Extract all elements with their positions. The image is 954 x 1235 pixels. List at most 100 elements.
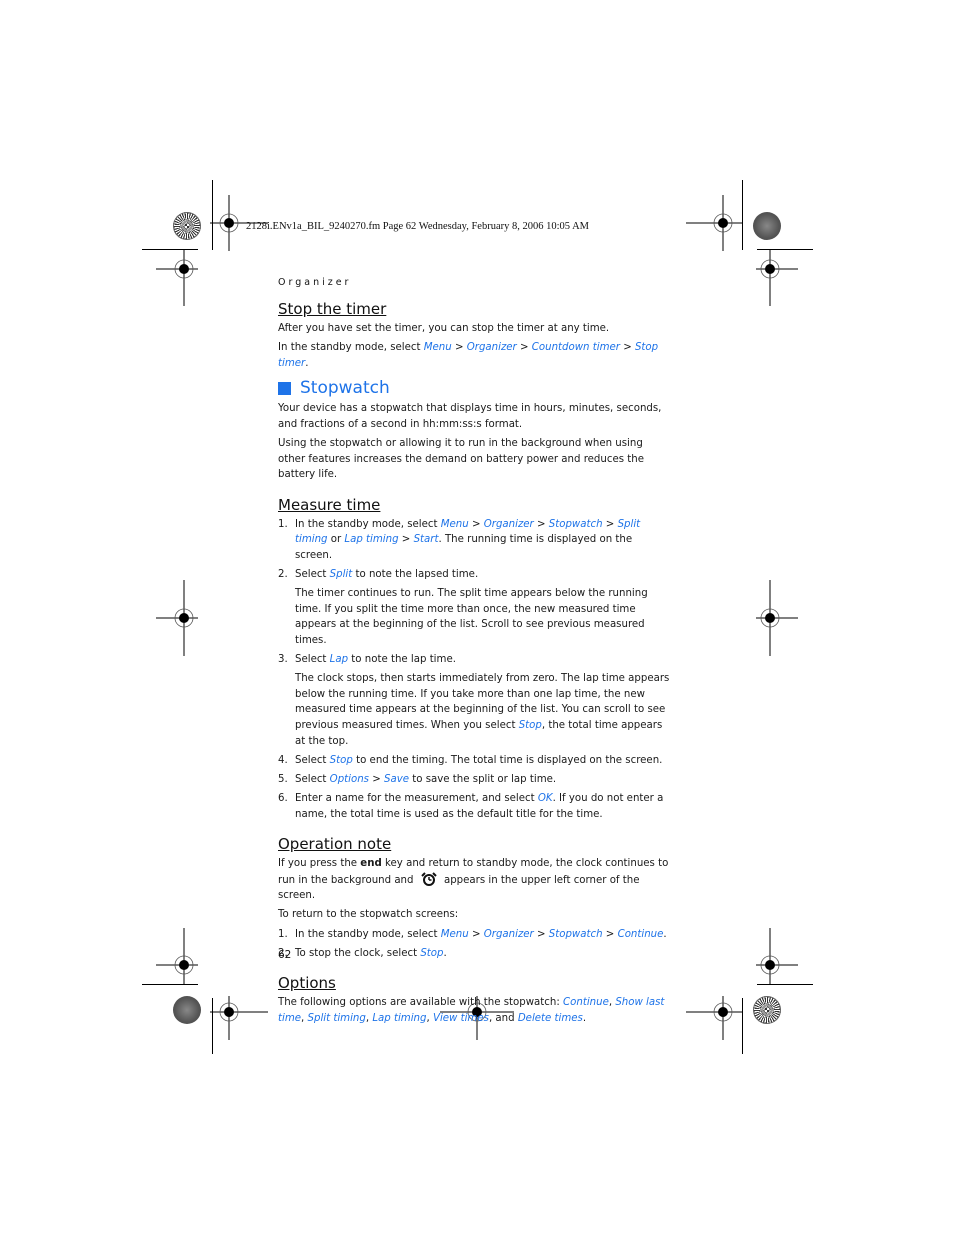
- view-times-link[interactable]: View times: [433, 1013, 489, 1024]
- paragraph: If you press the end key and return to s…: [278, 856, 670, 904]
- continue-link[interactable]: Continue: [618, 929, 664, 940]
- step-number: 1.: [278, 518, 288, 530]
- text: In the standby mode, select: [278, 342, 424, 354]
- menu-link[interactable]: Menu: [424, 342, 452, 353]
- list-item: 1. In the standby mode, select Menu > Org…: [278, 927, 670, 943]
- text: Enter a name for the measurement, and se…: [295, 793, 538, 805]
- paragraph: Using the stopwatch or allowing it to ru…: [278, 438, 644, 481]
- separator: >: [398, 534, 414, 546]
- stop-link[interactable]: Stop: [330, 755, 353, 766]
- paragraph: To return to the stopwatch screens:: [278, 909, 459, 921]
- split-link[interactable]: Split: [330, 569, 353, 580]
- crop-line: [757, 984, 813, 985]
- heading-stop-the-timer: Stop the timer: [278, 300, 387, 318]
- text: Select: [295, 774, 330, 785]
- text: .: [582, 1012, 587, 1024]
- registration-mark-icon: [156, 250, 198, 306]
- heading-stopwatch: Stopwatch: [278, 377, 670, 399]
- organizer-link[interactable]: Organizer: [484, 929, 534, 940]
- text: Select: [295, 654, 330, 666]
- text: Select: [295, 754, 330, 766]
- separator: >: [619, 342, 635, 354]
- text: to save the split or lap time.: [409, 774, 557, 785]
- stop-link[interactable]: Stop: [420, 948, 443, 959]
- separator: >: [533, 518, 549, 530]
- registration-mark-icon: [756, 250, 798, 306]
- paragraph: Your device has a stopwatch that display…: [278, 403, 662, 430]
- separator: >: [516, 342, 532, 354]
- list-item: 5. Select Options > Save to save the spli…: [278, 772, 670, 788]
- step-number: 2.: [278, 568, 288, 580]
- text: .: [305, 357, 309, 369]
- text: To stop the clock, select: [295, 947, 421, 959]
- section-kicker: Organizer: [278, 277, 352, 288]
- list-item: 2. To stop the clock, select Stop.: [278, 946, 670, 962]
- separator: >: [368, 774, 384, 785]
- text: In the standby mode, select: [295, 928, 441, 940]
- ok-link[interactable]: OK: [538, 793, 553, 804]
- section-square-icon: [278, 381, 291, 395]
- registration-mark-icon: [756, 928, 798, 984]
- registration-mark-icon: [686, 996, 742, 1040]
- stopwatch-link[interactable]: Stopwatch: [549, 519, 603, 530]
- stop-link[interactable]: Stop: [519, 720, 542, 731]
- page-number: 62: [278, 949, 292, 961]
- list-item: 6. Enter a name for the measurement, and …: [278, 791, 670, 822]
- stopwatch-link[interactable]: Stopwatch: [549, 929, 603, 940]
- step-number: 4.: [278, 754, 288, 766]
- text: Select: [295, 568, 330, 580]
- step-number: 3.: [278, 654, 288, 666]
- split-timing-link[interactable]: Split timing: [308, 1013, 366, 1024]
- registration-mark-icon: [156, 928, 198, 984]
- continue-link[interactable]: Continue: [563, 997, 609, 1008]
- save-link[interactable]: Save: [384, 774, 409, 785]
- heading-text: Stopwatch: [300, 378, 390, 399]
- separator: >: [533, 928, 549, 940]
- text: to end the timing. The total time is dis…: [352, 754, 663, 766]
- return-steps-list: 1. In the standby mode, select Menu > Org…: [278, 927, 670, 962]
- text: If you press the: [278, 857, 361, 869]
- menu-link[interactable]: Menu: [441, 519, 469, 530]
- page-content: Stop the timer After you have set the ti…: [278, 299, 670, 1030]
- paragraph: The following options are available with…: [278, 995, 670, 1026]
- heading-options: Options: [278, 973, 336, 992]
- organizer-link[interactable]: Organizer: [467, 342, 517, 353]
- start-link[interactable]: Start: [414, 534, 439, 545]
- text: or: [327, 534, 345, 546]
- list-item: 3. Select Lap to note the lap time. The c…: [278, 652, 670, 749]
- crop-line: [142, 984, 198, 985]
- separator: >: [451, 342, 467, 354]
- step-number: 1.: [278, 928, 288, 940]
- lap-timing-link[interactable]: Lap timing: [344, 534, 398, 545]
- separator: >: [602, 518, 618, 530]
- list-item: 2. Select Split to note the lapsed time. …: [278, 567, 670, 649]
- separator: >: [468, 518, 484, 530]
- step-detail: The clock stops, then starts immediately…: [295, 671, 670, 749]
- text: The following options are available with…: [278, 996, 564, 1008]
- lap-link[interactable]: Lap: [330, 654, 348, 665]
- end-key-label: end: [360, 857, 382, 869]
- separator: >: [602, 928, 618, 940]
- print-file-info: 2128i.ENv1a_BIL_9240270.fm Page 62 Wedne…: [246, 221, 589, 232]
- stopwatch-running-icon: [421, 871, 437, 886]
- separator: , and: [488, 1012, 518, 1024]
- options-link[interactable]: Options: [330, 774, 369, 785]
- menu-link[interactable]: Menu: [441, 929, 469, 940]
- text: .: [443, 947, 447, 959]
- text: In the standby mode, select: [295, 518, 441, 530]
- registration-mark-icon: [210, 996, 268, 1040]
- delete-times-link[interactable]: Delete times: [518, 1013, 583, 1024]
- countdown-timer-link[interactable]: Countdown timer: [532, 342, 620, 353]
- registration-mark-icon: [156, 580, 198, 656]
- organizer-link[interactable]: Organizer: [484, 519, 534, 530]
- heading-operation-note: Operation note: [278, 834, 392, 853]
- registration-mark-icon: [686, 195, 742, 251]
- paragraph: After you have set the timer, you can st…: [278, 323, 610, 334]
- step-number: 5.: [278, 774, 288, 785]
- lap-timing-link[interactable]: Lap timing: [372, 1013, 426, 1024]
- heading-measure-time: Measure time: [278, 495, 381, 514]
- step-number: 6.: [278, 793, 288, 805]
- paragraph: In the standby mode, select Menu > Organ…: [278, 340, 670, 371]
- separator: >: [468, 928, 484, 940]
- list-item: 1. In the standby mode, select Menu > Org…: [278, 517, 670, 564]
